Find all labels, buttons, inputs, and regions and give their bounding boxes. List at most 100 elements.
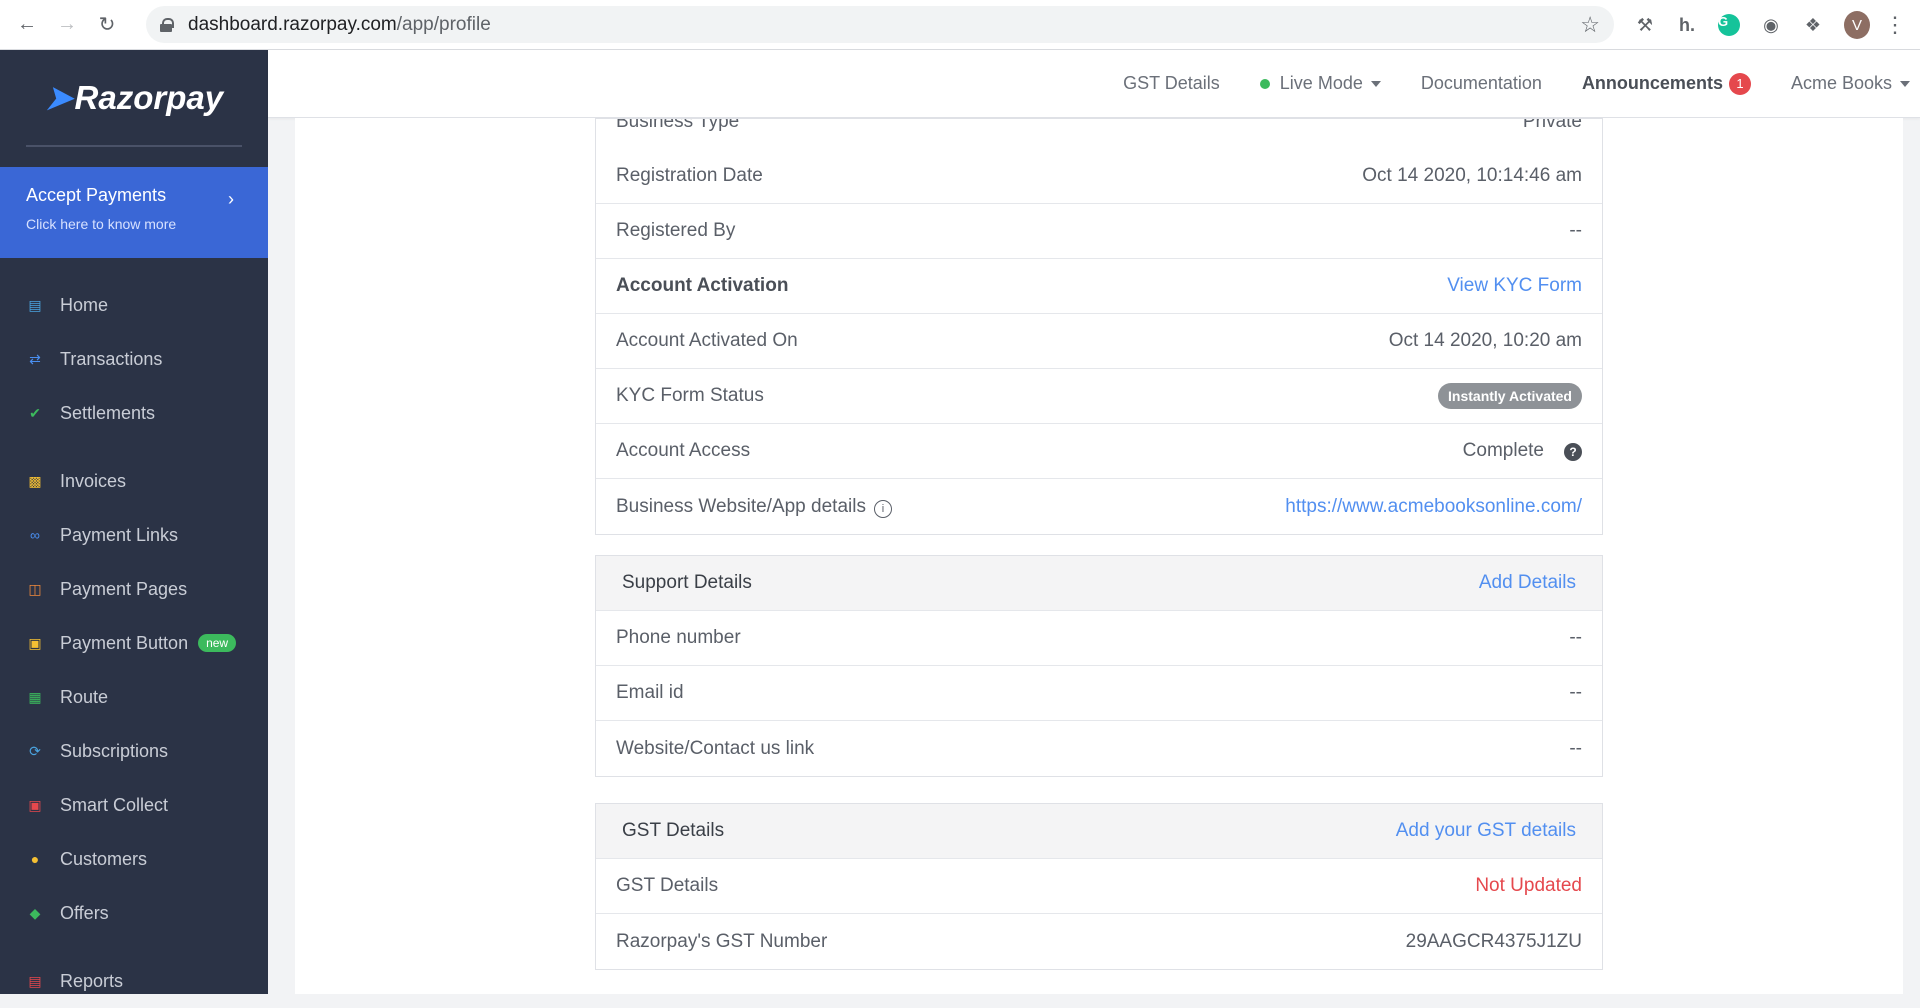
bookmark-star-icon[interactable]: ☆	[1580, 12, 1600, 38]
sidebar-item-customers[interactable]: ● Customers	[0, 832, 268, 886]
row-value: --	[1569, 682, 1582, 703]
row-value: Oct 14 2020, 10:14:46 am	[1362, 165, 1582, 186]
account-details-card: Business Type Private Registration Date …	[595, 118, 1603, 535]
razorpay-gst-number-row: Razorpay's GST Number 29AAGCR4375J1ZU	[596, 914, 1602, 969]
sidebar-divider	[26, 145, 242, 147]
row-value: 29AAGCR4375J1ZU	[1405, 930, 1582, 952]
sidebar-menu: ▤ Home ⇄ Transactions ✔ Settlements ▩ Invoic…	[0, 278, 268, 1008]
browser-menu-icon[interactable]: ⋮	[1882, 12, 1908, 38]
row-label: Business Website/App details	[616, 495, 866, 517]
razorpay-logo[interactable]: ➤ Razorpay	[0, 50, 268, 145]
extension-h-icon[interactable]: h.	[1674, 12, 1700, 38]
live-mode-label: Live Mode	[1279, 73, 1363, 93]
kyc-status-badge: Instantly Activated	[1438, 383, 1582, 409]
business-type-row-partial: Business Type Private	[616, 119, 1582, 132]
business-website-row: Business Website/App details i https://ww…	[596, 479, 1602, 534]
row-label: Registered By	[616, 220, 736, 241]
sidebar-item-payment-links[interactable]: ∞ Payment Links	[0, 508, 268, 562]
settlements-check-icon: ✔	[29, 404, 41, 421]
gst-status-value: Not Updated	[1475, 875, 1582, 896]
add-details-link[interactable]: Add Details	[1479, 572, 1576, 594]
sidebar-item-home[interactable]: ▤ Home	[0, 278, 268, 332]
customers-icon: ●	[30, 851, 40, 867]
subscriptions-icon: ⟳	[29, 742, 41, 759]
gst-details-row: GST Details Not Updated	[596, 859, 1602, 914]
registration-date-row: Registration Date Oct 14 2020, 10:14:46 …	[596, 149, 1602, 204]
sidebar-item-payment-button[interactable]: ▣ Payment Button new	[0, 616, 268, 670]
row-label: Account Activation	[616, 275, 789, 296]
accept-payments-promo[interactable]: Accept Payments Click here to know more …	[0, 167, 268, 258]
bank-icon: ▣	[28, 796, 42, 813]
sidebar-item-transactions[interactable]: ⇄ Transactions	[0, 332, 268, 386]
sidebar-item-invoices[interactable]: ▩ Invoices	[0, 454, 268, 508]
top-header: GST Details Live Mode Documentation Anno…	[268, 50, 1920, 118]
row-value: --	[1569, 220, 1582, 241]
section-title: Support Details	[622, 572, 752, 593]
contact-link-row: Website/Contact us link --	[596, 721, 1602, 776]
sidebar-item-settlements[interactable]: ✔ Settlements	[0, 386, 268, 440]
grammarly-icon[interactable]: G	[1716, 12, 1742, 38]
info-icon[interactable]: i	[873, 499, 892, 518]
profile-avatar[interactable]: V	[1844, 11, 1870, 39]
live-mode-dropdown[interactable]: Live Mode	[1259, 73, 1381, 94]
support-details-header: Support Details Add Details	[596, 556, 1602, 611]
documentation-link[interactable]: Documentation	[1421, 73, 1542, 94]
sidebar-item-subscriptions[interactable]: ⟳ Subscriptions	[0, 724, 268, 778]
extension-tool-icon[interactable]: ⚒	[1632, 12, 1658, 38]
route-store-icon: ▦	[28, 688, 42, 705]
sidebar-item-offers[interactable]: ◆ Offers	[0, 886, 268, 940]
sidebar: ➤ Razorpay Accept Payments Click here to …	[0, 50, 268, 994]
url-text: dashboard.razorpay.com/app/profile	[188, 13, 491, 35]
announcements-label: Announcements	[1581, 73, 1723, 93]
row-label: Website/Contact us link	[616, 737, 815, 759]
caret-down-icon	[1900, 80, 1910, 87]
account-name: Acme Books	[1790, 73, 1892, 93]
account-access-row: Account Access Complete?	[596, 424, 1602, 479]
account-dropdown[interactable]: Acme Books	[1791, 73, 1910, 94]
view-kyc-form-link[interactable]: View KYC Form	[1447, 275, 1582, 297]
promo-subtitle: Click here to know more	[26, 216, 177, 232]
email-id-row: Email id --	[596, 666, 1602, 721]
back-icon[interactable]: ←	[14, 12, 40, 38]
transactions-icon: ⇄	[29, 350, 41, 367]
browser-toolbar: ← → ↻ dashboard.razorpay.com/app/profile…	[0, 0, 1920, 50]
registered-by-row: Registered By --	[596, 204, 1602, 259]
row-value: Complete	[1462, 440, 1544, 461]
sidebar-item-route[interactable]: ▦ Route	[0, 670, 268, 724]
account-activation-row: Account Activation View KYC Form	[596, 259, 1602, 314]
new-badge: new	[198, 634, 237, 652]
link-icon: ∞	[30, 527, 40, 543]
section-title: GST Details	[622, 820, 725, 841]
sidebar-item-smart-collect[interactable]: ▣ Smart Collect	[0, 778, 268, 832]
support-details-card: Support Details Add Details Phone number…	[595, 555, 1603, 777]
row-label: Account Access	[616, 440, 751, 461]
row-label: GST Details	[616, 875, 719, 896]
announcements-button[interactable]: Announcements 1	[1581, 72, 1751, 95]
phone-number-row: Phone number --	[596, 611, 1602, 666]
lock-icon	[160, 17, 174, 32]
row-value: --	[1569, 737, 1582, 759]
row-label: Account Activated On	[616, 330, 798, 351]
forward-icon[interactable]: →	[54, 12, 80, 38]
invoice-icon: ▩	[28, 472, 42, 489]
offers-tag-icon: ◆	[29, 904, 41, 921]
add-gst-details-link[interactable]: Add your GST details	[1396, 820, 1576, 842]
pages-icon: ◫	[28, 580, 42, 597]
extensions-puzzle-icon[interactable]: ❖	[1800, 12, 1826, 38]
sidebar-item-reports[interactable]: ▤ Reports	[0, 954, 268, 1008]
row-label: Razorpay's GST Number	[616, 930, 828, 952]
business-website-link[interactable]: https://www.acmebooksonline.com/	[1285, 496, 1582, 518]
sidebar-item-payment-pages[interactable]: ◫ Payment Pages	[0, 562, 268, 616]
camera-icon[interactable]: ◉	[1758, 12, 1784, 38]
chevron-right-icon: ›	[228, 189, 234, 209]
row-label: Email id	[616, 682, 684, 703]
row-label: Phone number	[616, 627, 741, 648]
reports-icon: ▤	[28, 972, 42, 989]
gst-details-card: GST Details Add your GST details GST Det…	[595, 803, 1603, 970]
help-question-icon[interactable]: ?	[1564, 443, 1582, 461]
gst-details-header: GST Details Add your GST details	[596, 804, 1602, 859]
row-label: KYC Form Status	[616, 385, 764, 406]
address-bar[interactable]: dashboard.razorpay.com/app/profile ☆	[146, 6, 1614, 43]
reload-icon[interactable]: ↻	[94, 12, 120, 38]
header-gst-details-link[interactable]: GST Details	[1123, 73, 1220, 94]
